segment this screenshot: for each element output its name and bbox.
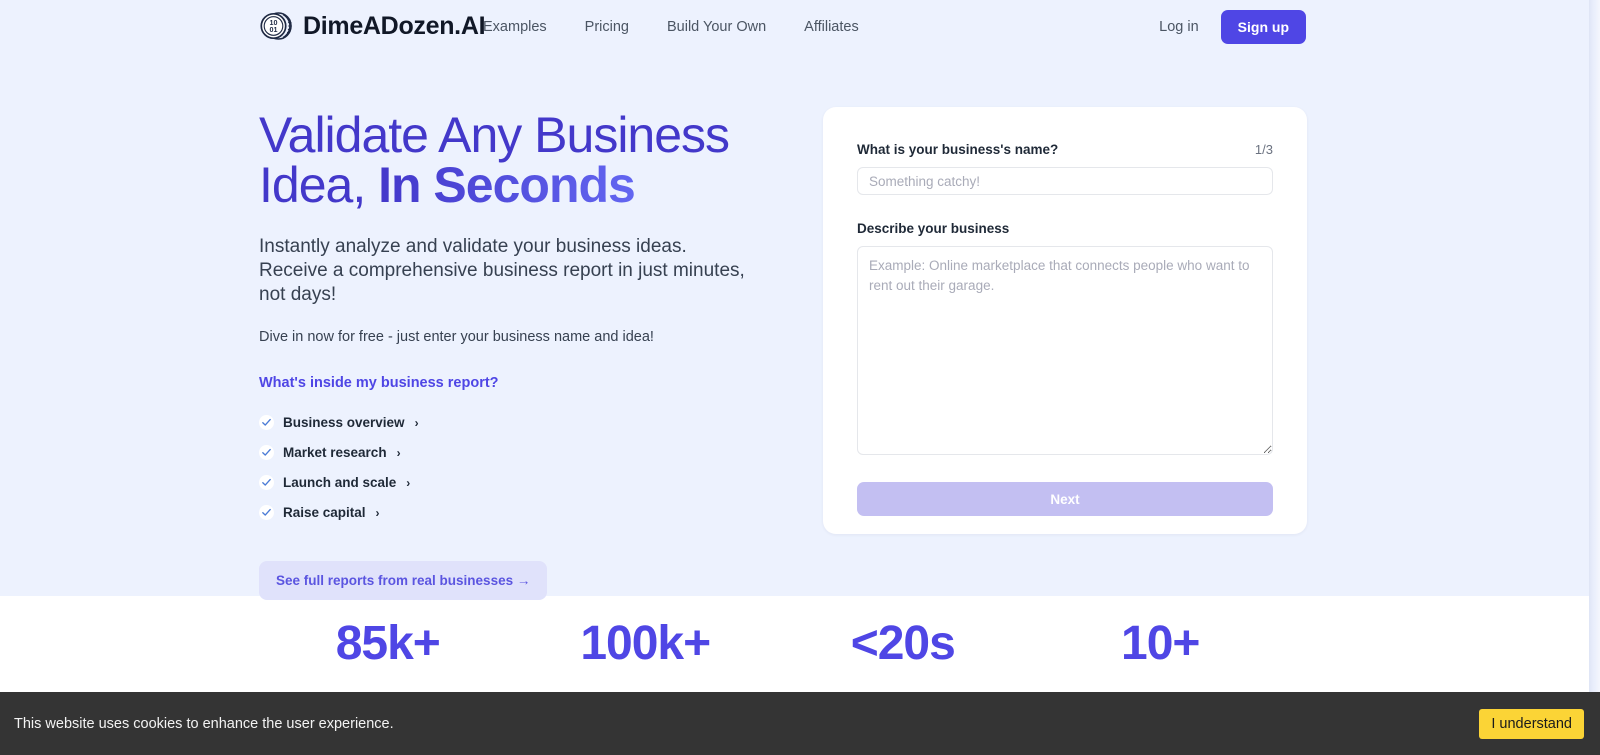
coin-logo-icon: 10 01: [259, 9, 293, 43]
feature-list: Business overview › Market research › La…: [259, 408, 759, 528]
stat-item: <20s: [774, 620, 1032, 668]
stat-value: 85k+: [335, 617, 441, 670]
hero-title-line2-regular: Idea,: [259, 157, 379, 213]
brand-logo-link[interactable]: 10 01 DimeADozen.AI: [259, 9, 486, 43]
cookie-message: This website uses cookies to enhance the…: [14, 715, 394, 732]
stat-value: 10+: [1121, 617, 1200, 670]
hero-title-line2-strong: In Seconds: [378, 157, 636, 213]
inside-report-heading[interactable]: What's inside my business report?: [259, 375, 759, 391]
check-icon: [259, 475, 274, 491]
list-item[interactable]: Raise capital ›: [259, 498, 759, 528]
step-counter: 1/3: [1254, 142, 1273, 157]
stats-row: 85k+ 100k+ <20s 10+: [259, 620, 1289, 668]
page-right-edge-shadow: [1589, 0, 1600, 692]
business-idea-form-card: What is your business's name? 1/3 Descri…: [823, 107, 1307, 534]
list-item[interactable]: Market research ›: [259, 438, 759, 468]
hero-note: Dive in now for free - just enter your b…: [259, 328, 654, 345]
chevron-right-icon: ›: [406, 475, 411, 490]
nav-link-build-your-own[interactable]: Build Your Own: [667, 19, 766, 35]
cookie-consent-banner: This website uses cookies to enhance the…: [0, 692, 1600, 755]
brand-name: DimeADozen.AI: [303, 11, 486, 40]
stat-value: 100k+: [580, 617, 711, 670]
page-root: 10 01 DimeADozen.AI Examples Pricing Bui…: [0, 0, 1600, 755]
check-icon: [259, 415, 274, 431]
describe-business-label: Describe your business: [857, 221, 1010, 236]
list-item-label: Business overview: [283, 415, 405, 431]
check-icon: [259, 445, 274, 461]
login-link[interactable]: Log in: [1159, 19, 1199, 35]
cookie-accept-button[interactable]: I understand: [1479, 708, 1584, 739]
hero-subtitle: Instantly analyze and validate your busi…: [259, 236, 745, 305]
signup-button[interactable]: Sign up: [1220, 10, 1306, 44]
list-item-label: Raise capital: [283, 505, 366, 521]
business-name-field-header: What is your business's name? 1/3: [857, 142, 1273, 157]
business-name-input[interactable]: [857, 167, 1273, 195]
stat-item: 85k+: [259, 620, 517, 668]
see-full-reports-button[interactable]: See full reports from real businesses →: [259, 560, 548, 600]
hero-content: Validate Any Business Idea, In Seconds I…: [259, 110, 759, 600]
nav-link-affiliates[interactable]: Affiliates: [804, 19, 859, 35]
list-item[interactable]: Business overview ›: [259, 408, 759, 438]
list-item-label: Market research: [283, 445, 387, 461]
stat-item: 10+: [1032, 620, 1290, 668]
describe-business-textarea[interactable]: [857, 246, 1273, 455]
next-button[interactable]: Next: [857, 482, 1273, 516]
list-item[interactable]: Launch and scale ›: [259, 468, 759, 498]
nav-link-examples[interactable]: Examples: [483, 19, 547, 35]
chevron-right-icon: ›: [396, 445, 401, 460]
page-title: Validate Any Business Idea, In Seconds: [259, 110, 759, 210]
check-icon: [259, 505, 274, 521]
stat-item: 100k+: [517, 620, 775, 668]
nav-auth-actions: Log in Sign up: [1159, 10, 1306, 44]
stat-value: <20s: [850, 617, 956, 670]
hero-title-line1: Validate Any Business: [259, 107, 730, 163]
business-name-label: What is your business's name?: [857, 142, 1059, 157]
top-navigation-bar: 10 01 DimeADozen.AI Examples Pricing Bui…: [0, 0, 1589, 54]
chevron-right-icon: ›: [375, 505, 380, 520]
nav-link-pricing[interactable]: Pricing: [585, 19, 629, 35]
list-item-label: Launch and scale: [283, 475, 397, 491]
svg-text:01: 01: [270, 25, 278, 34]
nav-links: Examples Pricing Build Your Own Affiliat…: [483, 19, 859, 35]
chevron-right-icon: ›: [414, 415, 419, 430]
hero-background: [0, 0, 1589, 596]
